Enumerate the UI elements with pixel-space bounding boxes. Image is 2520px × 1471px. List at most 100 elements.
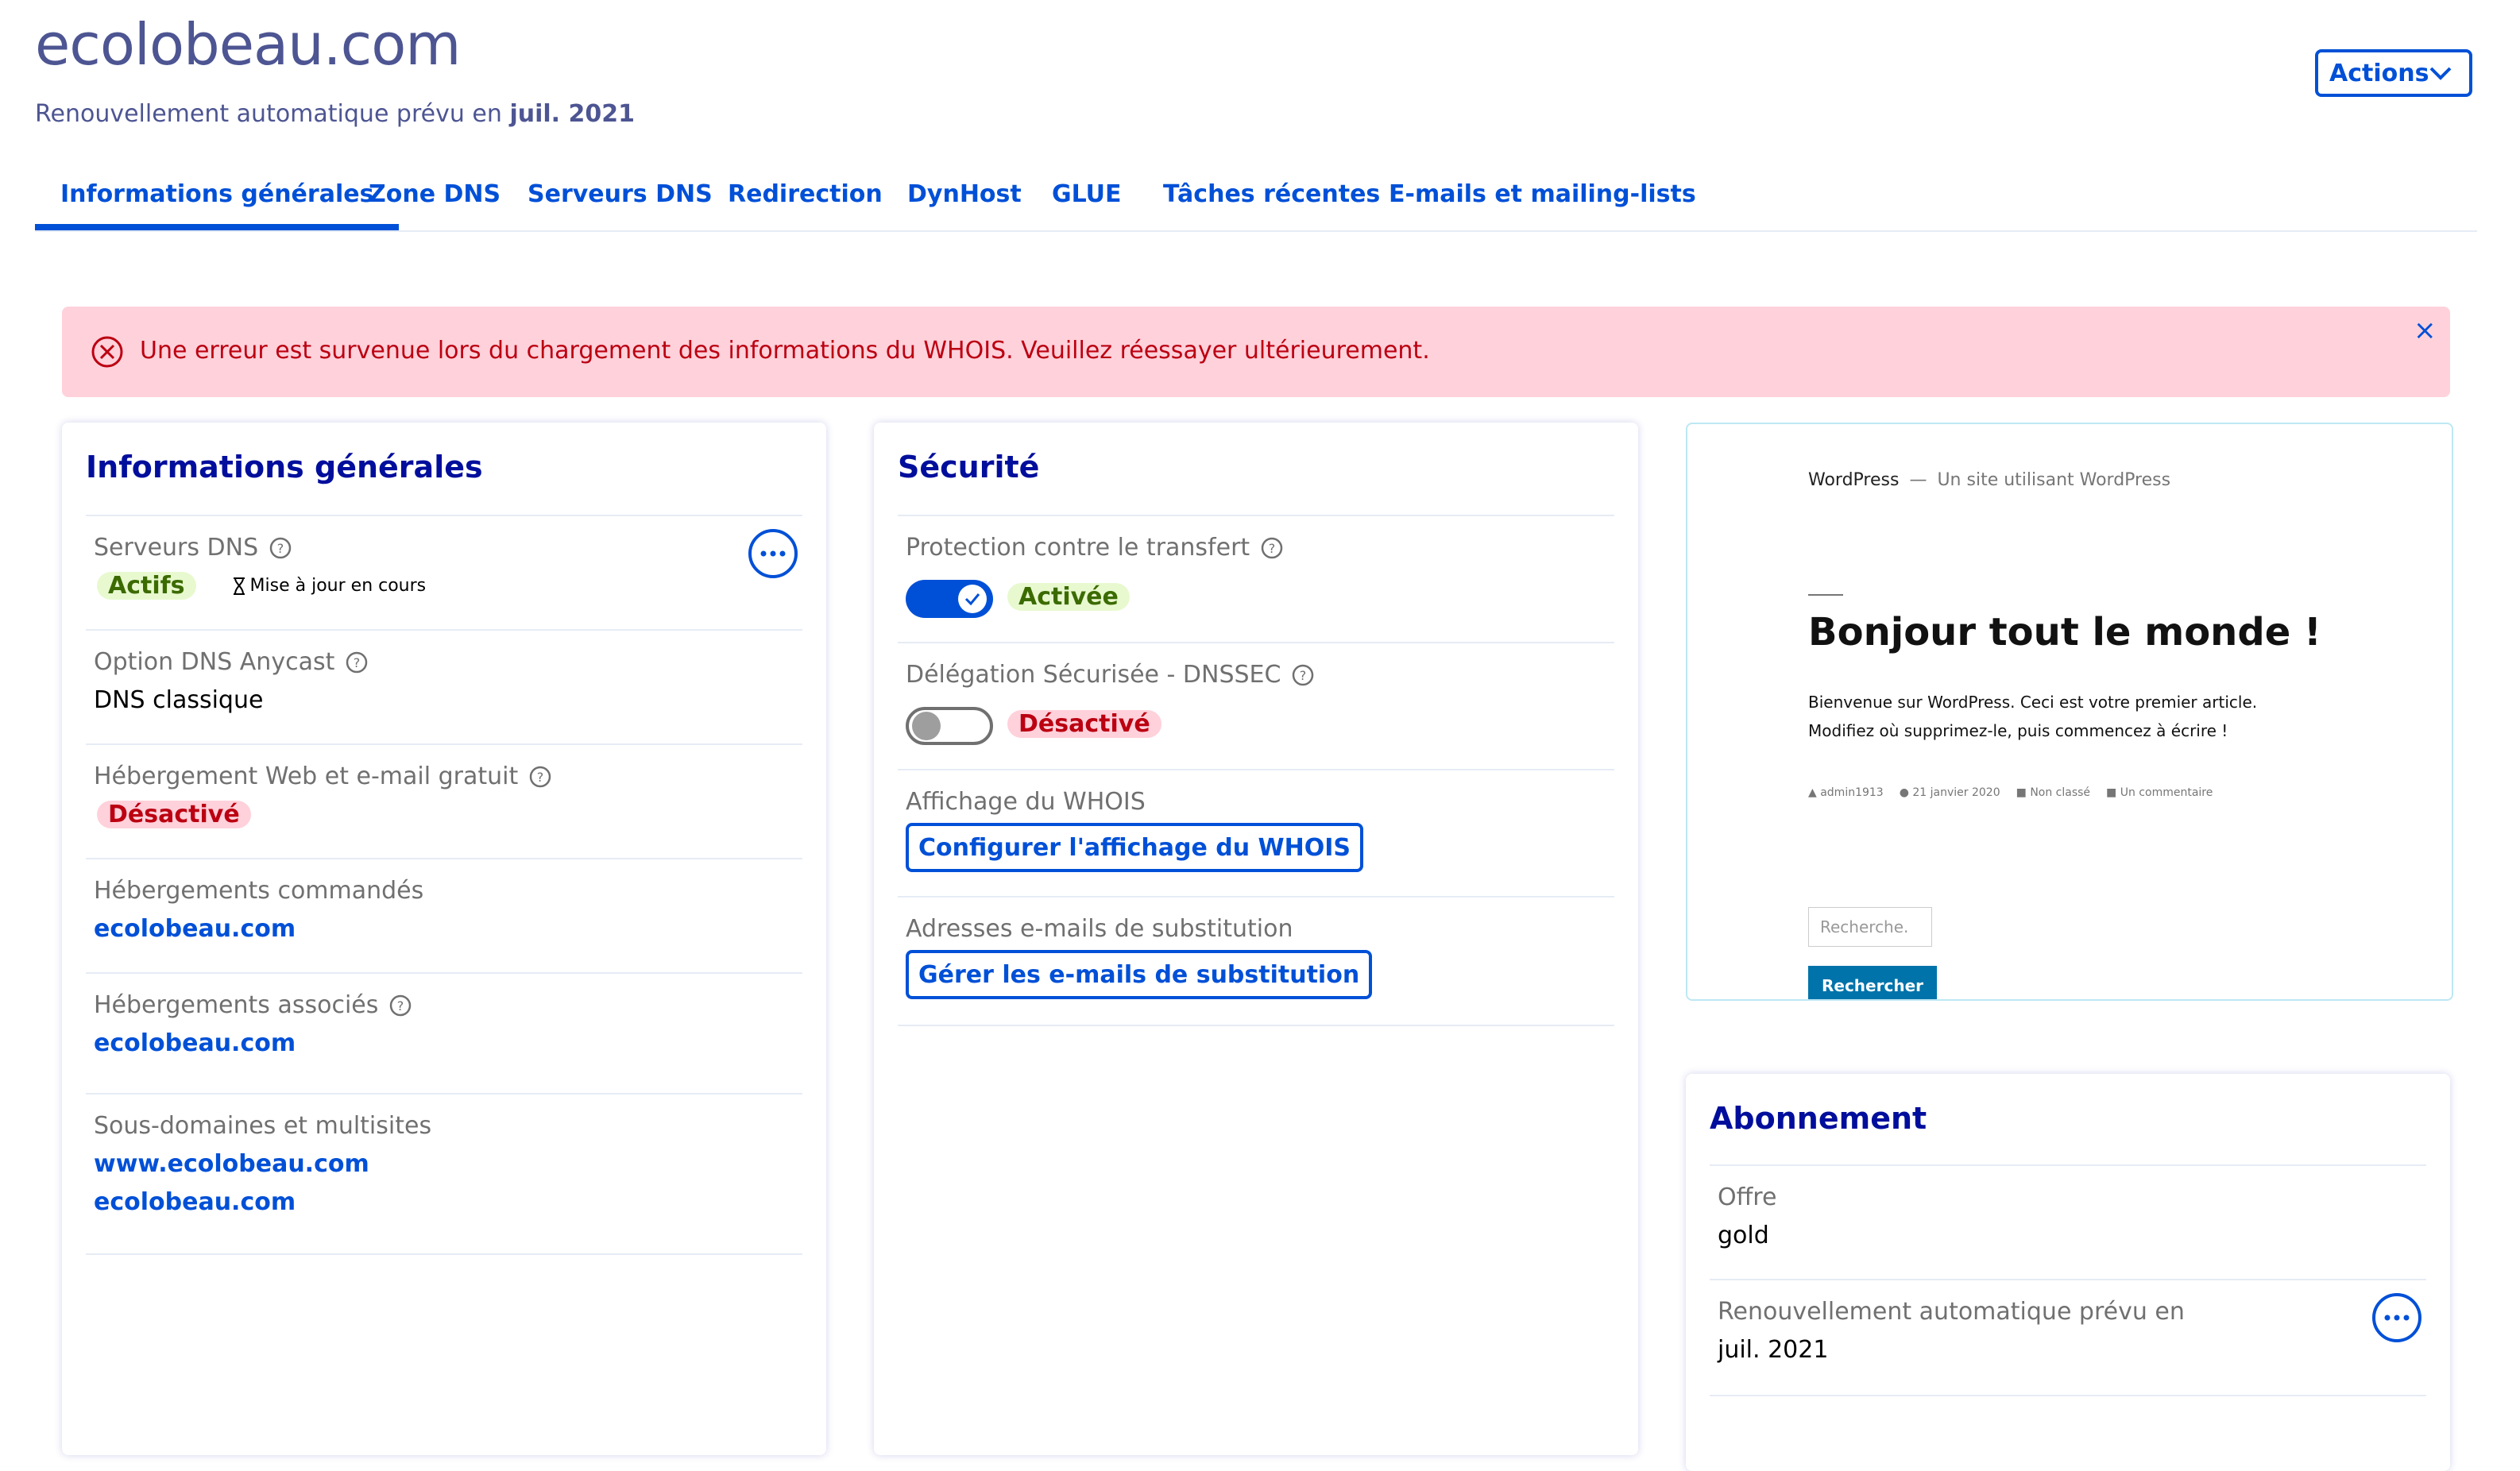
dnssec-label: Délégation Sécurisée - DNSSEC ? [906, 661, 1314, 689]
svg-text:?: ? [1300, 668, 1307, 683]
label-text: Option DNS Anycast [94, 648, 335, 676]
subdomain-link[interactable]: ecolobeau.com [94, 1188, 296, 1216]
security-card: Sécurité Protection contre le transfert … [874, 423, 1638, 1455]
svg-text:?: ? [397, 998, 404, 1013]
tab-recent-tasks[interactable]: Tâches récentes [1163, 159, 1380, 229]
tab-label: Serveurs DNS [528, 180, 713, 208]
wp-meta-category: ■ Non classé [2016, 786, 2091, 799]
help-icon[interactable]: ? [529, 766, 551, 788]
actions-label: Actions [2329, 59, 2429, 87]
svg-text:?: ? [537, 770, 544, 785]
anycast-row: Option DNS Anycast ? DNS classique [86, 629, 802, 745]
meta-text: 21 janvier 2020 [1912, 786, 2000, 799]
substitute-emails-row: Adresses e-mails de substitution Gérer l… [898, 896, 1614, 1026]
actions-button[interactable]: Actions [2315, 49, 2472, 97]
error-circle-icon [91, 336, 123, 368]
help-icon[interactable]: ? [1292, 664, 1314, 686]
label-text: Protection contre le transfert [906, 534, 1250, 562]
tab-dns-zone[interactable]: Zone DNS [369, 159, 501, 229]
dnssec-status: Désactivé [1007, 710, 1161, 738]
renewal-prefix: Renouvellement automatique prévu en [35, 100, 502, 128]
check-icon [964, 593, 980, 606]
help-icon[interactable]: ? [346, 651, 368, 674]
ordered-hosting-label: Hébergements commandés [94, 877, 424, 905]
renewal-value: juil. 2021 [1718, 1336, 1829, 1364]
offer-label: Offre [1718, 1183, 1777, 1211]
wp-site-header: WordPress — Un site utilisant WordPress [1808, 470, 2170, 490]
alert-message: Une erreur est survenue lors du chargeme… [140, 337, 1430, 365]
wp-site-name: WordPress [1808, 470, 1900, 490]
tab-dynhost[interactable]: DynHost [907, 159, 1022, 229]
whois-row: Affichage du WHOIS Configurer l'affichag… [898, 769, 1614, 898]
status-badge: Désactivé [1007, 710, 1161, 738]
free-hosting-status: Désactivé [97, 801, 251, 828]
configure-whois-button[interactable]: Configurer l'affichage du WHOIS [906, 823, 1363, 872]
transfer-toggle[interactable] [906, 580, 993, 618]
assoc-hosting-row: Hébergements associés ? ecolobeau.com [86, 972, 802, 1095]
assoc-hosting-link[interactable]: ecolobeau.com [94, 1029, 296, 1057]
svg-text:?: ? [354, 655, 361, 670]
manage-emails-button[interactable]: Gérer les e-mails de substitution [906, 950, 1373, 999]
free-hosting-label: Hébergement Web et e-mail gratuit ? [94, 763, 551, 790]
tab-label: Redirection [728, 180, 883, 208]
tab-redirection[interactable]: Redirection [728, 159, 883, 229]
tab-emails[interactable]: E-mails et mailing-lists [1389, 159, 1696, 229]
wp-tagline: Un site utilisant WordPress [1937, 470, 2171, 490]
dns-servers-status: Actifs Mise à jour en cours [97, 572, 426, 600]
label-text: Hébergement Web et e-mail gratuit [94, 763, 519, 790]
general-info-card: Informations générales Serveurs DNS ? Ac… [62, 423, 826, 1455]
offer-row: Offre gold [1710, 1164, 2426, 1280]
tab-glue[interactable]: GLUE [1052, 159, 1122, 229]
more-options-button[interactable] [748, 529, 798, 578]
meta-text: admin1913 [1820, 786, 1884, 799]
whois-label: Affichage du WHOIS [906, 788, 1146, 816]
status-badge: Actifs [97, 572, 196, 600]
update-status: Mise à jour en cours [233, 576, 427, 596]
status-badge: Activée [1007, 583, 1130, 611]
website-preview[interactable]: WordPress — Un site utilisant WordPress … [1686, 423, 2453, 1001]
page-title: ecolobeau.com [35, 11, 461, 78]
wp-search-input: Recherche. [1808, 907, 1932, 947]
help-icon[interactable]: ? [269, 537, 292, 559]
emails-label: Adresses e-mails de substitution [906, 915, 1293, 943]
renewal-row: Renouvellement automatique prévu en juil… [1710, 1279, 2426, 1396]
dnssec-row: Délégation Sécurisée - DNSSEC ? Désactiv… [898, 642, 1614, 770]
subdomain-link[interactable]: www.ecolobeau.com [94, 1150, 369, 1178]
meta-text: Non classé [2030, 786, 2091, 799]
tab-general-info[interactable]: Informations générales [35, 159, 400, 230]
ordered-hosting-link[interactable]: ecolobeau.com [94, 915, 296, 943]
transfer-label: Protection contre le transfert ? [906, 534, 1283, 562]
offer-value: gold [1718, 1222, 1769, 1249]
wp-post-line: Modifiez où supprimez-le, puis commencez… [1808, 721, 2228, 740]
assoc-hosting-label: Hébergements associés ? [94, 991, 412, 1019]
wp-post-line: Bienvenue sur WordPress. Ceci est votre … [1808, 693, 2258, 712]
dns-servers-row: Serveurs DNS ? Actifs Mise à jour en cou… [86, 515, 802, 631]
svg-text:?: ? [277, 541, 284, 556]
tab-dns-servers[interactable]: Serveurs DNS [528, 159, 713, 229]
help-icon[interactable]: ? [1261, 537, 1283, 559]
more-options-button[interactable] [2372, 1293, 2421, 1342]
card-title: Informations générales [86, 450, 483, 485]
hourglass-icon [233, 577, 245, 595]
tab-bar: Informations générales Zone DNS Serveurs… [35, 159, 2477, 232]
close-icon[interactable]: × [2414, 315, 2437, 346]
wp-post-title: Bonjour tout le monde ! [1808, 610, 2321, 654]
wp-search-button: Rechercher [1808, 966, 1937, 999]
anycast-label: Option DNS Anycast ? [94, 648, 368, 676]
status-badge: Désactivé [97, 801, 251, 828]
free-hosting-row: Hébergement Web et e-mail gratuit ? Désa… [86, 743, 802, 859]
label-text: Hébergements associés [94, 991, 379, 1019]
more-icon [2384, 1315, 2410, 1321]
card-title: Sécurité [898, 450, 1040, 485]
svg-text:?: ? [1269, 541, 1276, 556]
tab-label: GLUE [1052, 180, 1122, 208]
transfer-status: Activée [1007, 583, 1130, 611]
card-title: Abonnement [1710, 1101, 1927, 1136]
wp-meta-comment: ■ Un commentaire [2106, 786, 2213, 799]
renewal-info: Renouvellement automatique prévu en juil… [35, 100, 635, 128]
dnssec-toggle[interactable] [906, 707, 993, 745]
more-icon [760, 550, 786, 557]
toggle-knob [912, 712, 941, 740]
update-text: Mise à jour en cours [249, 576, 427, 596]
help-icon[interactable]: ? [389, 994, 412, 1017]
